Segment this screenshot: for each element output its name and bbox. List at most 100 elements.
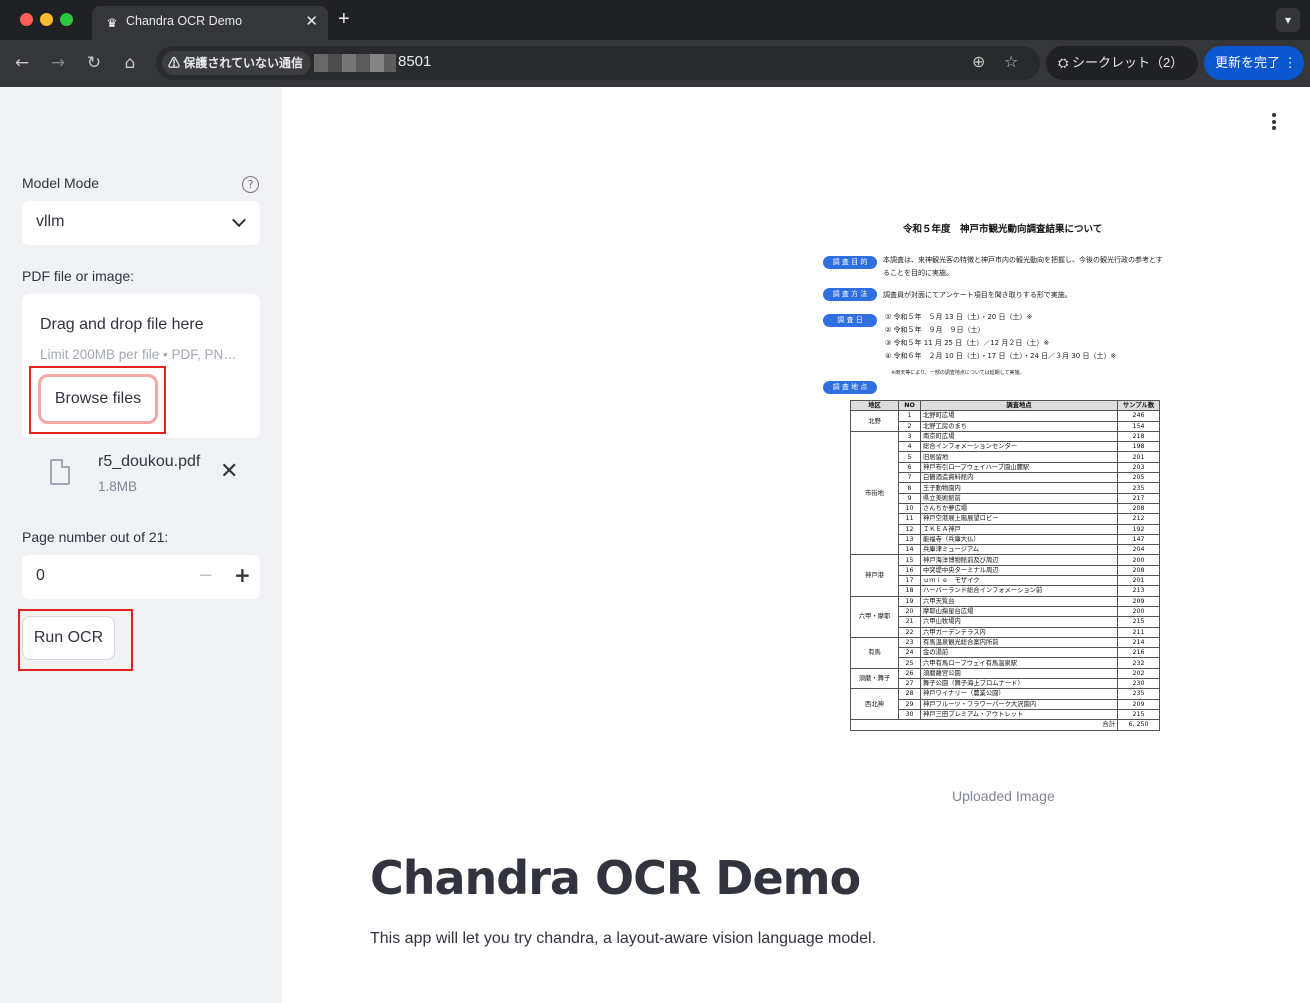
doc-tag-dates: 調 査 日 (823, 314, 877, 327)
remove-file-icon[interactable]: ✕ (220, 461, 238, 483)
reload-icon[interactable]: ↻ (83, 52, 105, 74)
doc-cell-count: 204 (1117, 544, 1160, 556)
doc-cell-place: 北野町広場 (920, 410, 1118, 422)
doc-header-area: 地区 (850, 399, 899, 412)
doc-cell-place: 旧居留地 (920, 451, 1118, 463)
doc-purpose-text-2: ることを目的に実施。 (883, 269, 953, 277)
help-icon[interactable]: ? (242, 176, 259, 193)
doc-cell-place: ＩＫＥＡ神戸 (920, 523, 1118, 535)
doc-cell-count: 208 (1117, 564, 1160, 577)
doc-cell-no: 29 (898, 698, 921, 710)
zoom-icon[interactable]: ⊕ (972, 52, 985, 71)
doc-cell-no: 7 (898, 472, 921, 484)
doc-cell-no: 28 (898, 688, 921, 700)
url-text: 8501 (398, 53, 432, 70)
doc-cell-no: 3 (898, 430, 921, 443)
page-number-value: 0 (36, 567, 45, 584)
browser-tab[interactable]: ♛ Chandra OCR Demo ✕ (92, 6, 328, 40)
doc-cell-count: 235 (1117, 482, 1160, 494)
address-bar[interactable]: ⚠ 保護されていない通信 8501 ⊕ ☆ (156, 46, 1040, 80)
doc-cell-count: 154 (1117, 420, 1160, 432)
bookmark-star-icon[interactable]: ☆ (1004, 52, 1018, 71)
doc-table-row: 須磨・舞子 26 須磨離宮公園 202 (850, 667, 1160, 690)
doc-cell-place: 六甲山牧場内 (920, 616, 1118, 628)
model-mode-select[interactable]: vllm (22, 201, 260, 245)
doc-cell-place: 金の湯前 (920, 647, 1118, 659)
doc-cell-count: 202 (1117, 667, 1160, 680)
doc-cell-no: 5 (898, 451, 921, 463)
browse-files-button[interactable]: Browse files (38, 374, 158, 424)
minimize-window-button[interactable] (40, 13, 53, 26)
update-label: 更新を完了 (1215, 55, 1281, 70)
doc-cell-place: 六甲天覧台 (920, 595, 1118, 607)
tab-search-chevron-icon[interactable]: ▾ (1276, 8, 1300, 32)
doc-cell-area: 六甲・摩耶 (850, 595, 899, 638)
close-tab-icon[interactable]: ✕ (305, 12, 318, 30)
crown-icon: ♛ (106, 16, 118, 30)
doc-cell-area: 有馬 (850, 636, 899, 669)
doc-cell-no: 9 (898, 492, 921, 504)
page-number-input[interactable]: 0 − + (22, 555, 260, 599)
chevron-down-icon (231, 212, 247, 228)
forward-arrow-icon[interactable]: → (47, 52, 69, 74)
doc-cell-place: 六甲有馬ロープウェイ有馬温泉駅 (920, 657, 1118, 669)
doc-cell-place: 北野工房のまち (920, 420, 1118, 432)
doc-cell-no: 1 (898, 410, 921, 422)
sidebar: Model Mode ? vllm PDF file or image: Dra… (0, 87, 282, 1003)
doc-cell-place: 県立美術館前 (920, 492, 1118, 504)
back-arrow-icon[interactable]: ← (11, 52, 33, 74)
decrement-icon[interactable]: − (198, 565, 213, 586)
doc-cell-place: 白鶴酒造資料館内 (920, 472, 1118, 484)
doc-cell-place: 舞子公園（舞子海上プロムナード） (920, 678, 1118, 690)
file-icon (50, 459, 70, 485)
doc-table: 地区 NO 調査地点 サンプル数 北野 1 北野町広場 246 2 北野工房のまち 154 市… (850, 399, 1160, 731)
doc-cell-count: 198 (1117, 441, 1160, 453)
browser-toolbar: ← → ↻ ⌂ ⚠ 保護されていない通信 8501 ⊕ ☆ ⛭ シークレット（2… (0, 40, 1310, 87)
doc-cell-count: 208 (1117, 502, 1160, 515)
update-button[interactable]: 更新を完了 ⋮ (1204, 46, 1304, 80)
browser-titlebar: ♛ Chandra OCR Demo ✕ + ▾ (0, 0, 1310, 40)
doc-cell-count: 215 (1117, 708, 1160, 721)
doc-date-3: ③ 令和５年 11 月 25 日（土）／12 月２日（土）※ (885, 339, 1050, 347)
page-title: Chandra OCR Demo (370, 851, 861, 905)
doc-table-row: 西北神 28 神戸ワイナリー（農業公園） 235 (850, 688, 1160, 721)
doc-table-header: 地区 NO 調査地点 サンプル数 (850, 399, 1160, 412)
doc-header-count: サンプル数 (1117, 399, 1160, 412)
doc-cell-no: 22 (898, 626, 921, 638)
doc-total-value: 6, 250 (1117, 719, 1160, 731)
page-number-label: Page number out of 21: (22, 529, 169, 545)
doc-date-4: ④ 令和６年 ２月 10 日（土）・17 日（土）・24 日／３月 30 日（土… (885, 352, 1117, 360)
incognito-indicator[interactable]: ⛭ シークレット（2） (1046, 46, 1198, 80)
new-tab-button[interactable]: + (338, 8, 350, 31)
doc-cell-count: 201 (1117, 575, 1160, 587)
maximize-window-button[interactable] (60, 13, 73, 26)
doc-method-text: 調査員が対面にてアンケート項目を聞き取りする形で実施。 (883, 291, 1072, 299)
doc-cell-place: ｕｍｉｅ モザイク (920, 575, 1118, 587)
doc-cell-place: 南京町広場 (920, 430, 1118, 443)
doc-cell-no: 16 (898, 564, 921, 577)
doc-total-label: 合計 (850, 719, 1118, 731)
doc-cell-no: 11 (898, 513, 921, 525)
doc-cell-no: 10 (898, 502, 921, 515)
doc-cell-place: さんちか夢広場 (920, 502, 1118, 515)
incognito-icon: ⛭ (1058, 55, 1073, 70)
main-content: 令和５年度 神戸市観光動向調査結果について 調 査 目 的 本調査は、来神観光客… (282, 87, 1310, 1003)
doc-cell-no: 13 (898, 533, 921, 546)
doc-cell-count: 246 (1117, 410, 1160, 422)
doc-tag-locations: 調 査 地 点 (823, 381, 877, 394)
doc-cell-place: 神戸フルーツ・フラワーパーク大沢園内 (920, 698, 1118, 710)
home-icon[interactable]: ⌂ (119, 52, 141, 74)
doc-cell-count: 214 (1117, 636, 1160, 649)
main-menu-icon[interactable] (1272, 113, 1276, 133)
security-warning-chip[interactable]: ⚠ 保護されていない通信 (162, 51, 311, 75)
doc-cell-count: 200 (1117, 554, 1160, 566)
doc-date-1: ① 令和５年 ５月 13 日（土）・20 日（土）※ (885, 313, 1033, 321)
doc-cell-no: 23 (898, 636, 921, 649)
doc-cell-place: 神戸ワイナリー（農業公園） (920, 688, 1118, 700)
doc-cell-count: 211 (1117, 626, 1160, 638)
increment-icon[interactable]: + (234, 563, 251, 587)
run-ocr-button[interactable]: Run OCR (22, 616, 115, 660)
doc-tag-method: 調 査 方 法 (823, 288, 877, 301)
doc-cell-area: 神戸港 (850, 554, 899, 597)
close-window-button[interactable] (20, 13, 33, 26)
